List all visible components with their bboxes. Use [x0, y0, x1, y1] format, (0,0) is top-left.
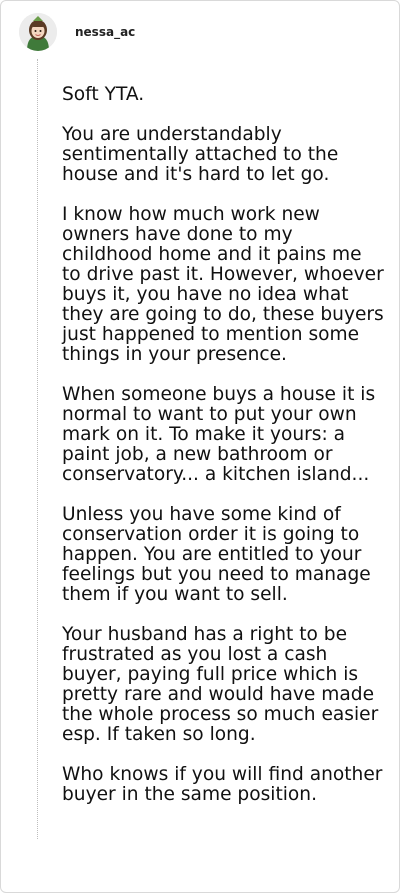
comment-paragraph: You are understandably sentimentally att… — [62, 124, 339, 185]
comment-card: nessa_ac Soft YTA. You are understandabl… — [0, 0, 400, 893]
comment-paragraph: Who knows if you will find another buyer… — [62, 764, 383, 805]
comment-paragraph: Soft YTA. — [62, 84, 145, 105]
comment-header: nessa_ac — [19, 13, 135, 51]
comment-paragraph: I know how much work new owners have don… — [62, 204, 384, 365]
avatar-illustration-icon — [19, 13, 57, 51]
thread-line — [37, 59, 38, 839]
username[interactable]: nessa_ac — [75, 25, 135, 39]
comment-paragraph: Unless you have some kind of conservatio… — [62, 504, 371, 605]
avatar[interactable] — [19, 13, 57, 51]
comment-paragraph: Your husband has a right to be frustrate… — [62, 624, 379, 745]
comment-body: Soft YTA. You are understandably sentime… — [62, 85, 386, 825]
comment-paragraph: When someone buys a house it is normal t… — [62, 384, 376, 485]
